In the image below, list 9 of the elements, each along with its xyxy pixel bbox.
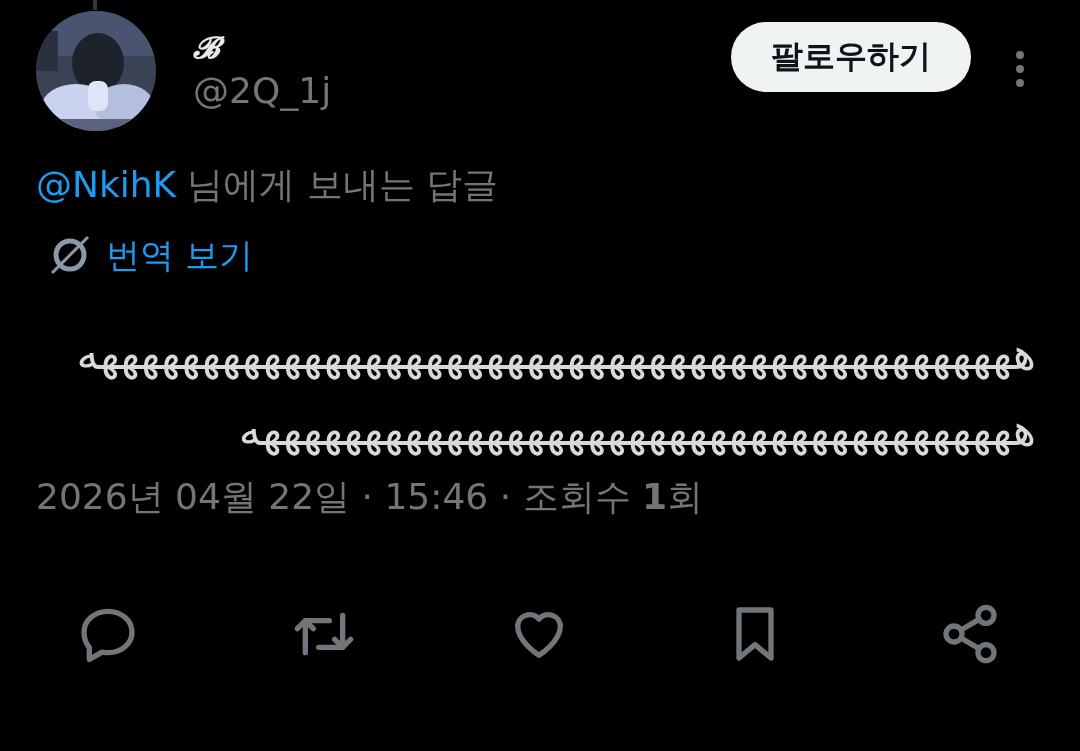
post-text: ههههههههههههههههههههههههههههههههههههههههههههههه ههههههههههههههههههههههههههههههههههههههه (75, 327, 1036, 458)
post-meta: 2026년 04월 22일 · 15:46 · 조회수 1회 (36, 475, 705, 519)
reply-label: 님에게 보내는 답글 (187, 163, 499, 207)
user-handle: @2Q_1j (193, 69, 332, 113)
more-icon[interactable] (1015, 51, 1025, 87)
translate-link[interactable]: 번역 보기 (106, 232, 253, 278)
display-name: 𝓑 (189, 28, 227, 68)
follow-button[interactable]: 팔로우하기 (731, 22, 971, 92)
mention-link[interactable]: @NkihK (36, 160, 177, 210)
